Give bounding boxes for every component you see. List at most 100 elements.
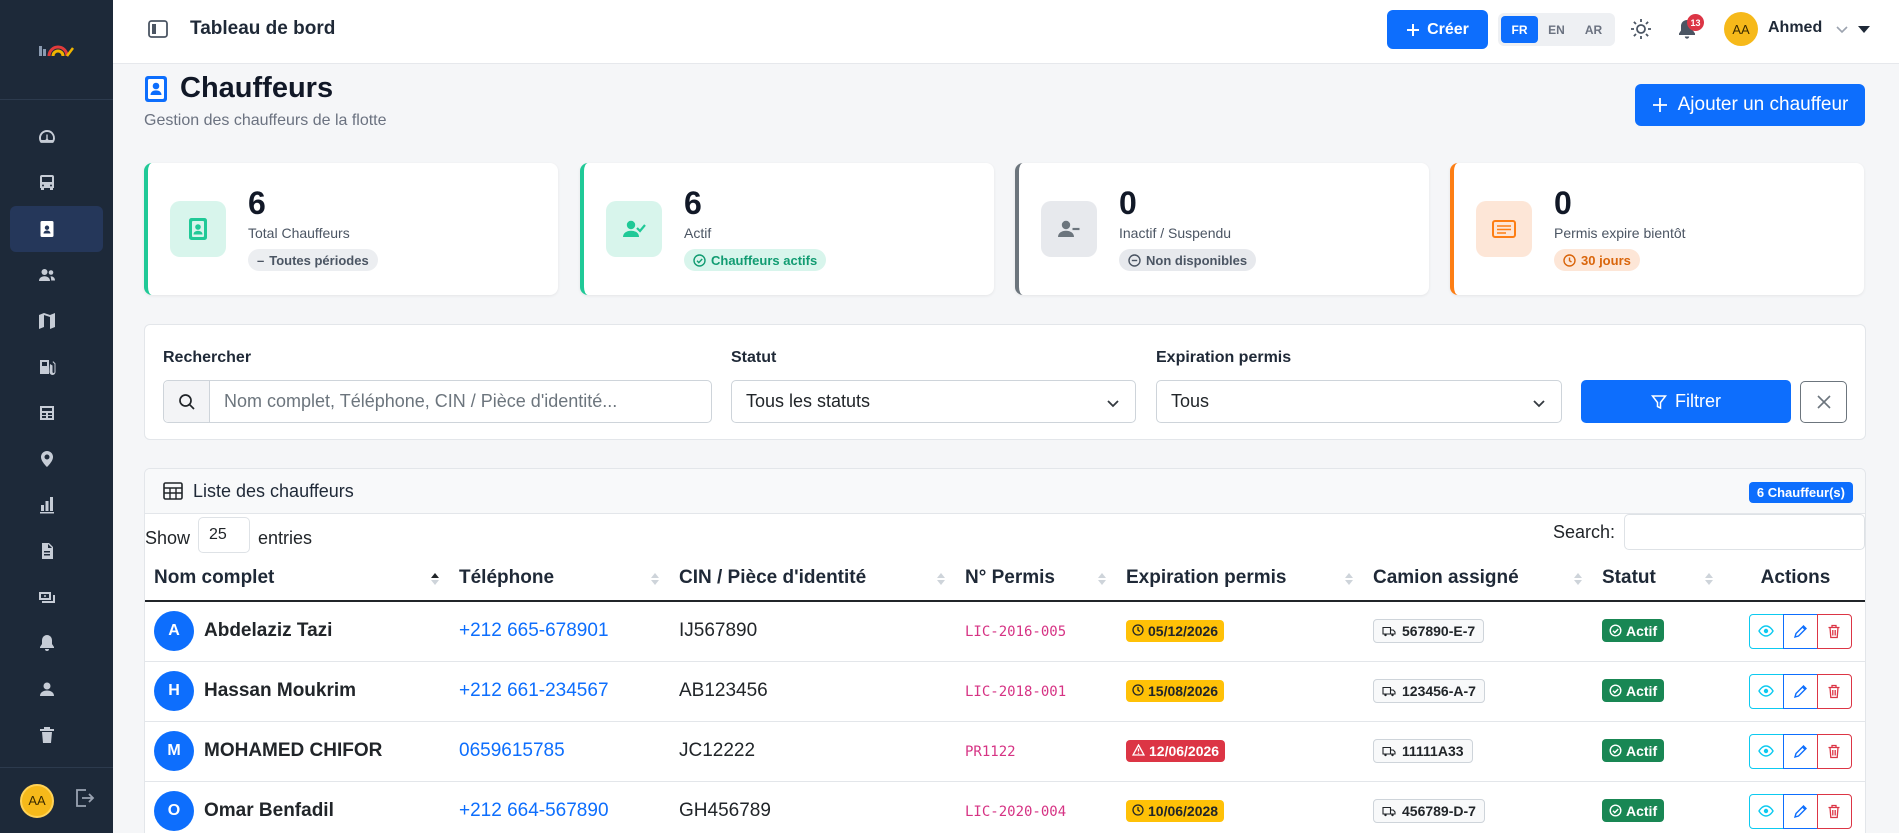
trash-icon	[1828, 624, 1840, 638]
status-badge: Actif	[1602, 799, 1665, 822]
driver-phone-link[interactable]: +212 661-234567	[459, 680, 609, 701]
money-icon	[39, 592, 55, 603]
eye-icon	[1758, 625, 1774, 637]
sidebar-item-trash[interactable]	[10, 712, 103, 758]
reset-filters-button[interactable]	[1800, 381, 1847, 423]
sidebar-item-documents[interactable]	[10, 528, 103, 574]
driver-phone-link[interactable]: 0659615785	[459, 740, 565, 761]
driver-phone-link[interactable]: +212 665-678901	[459, 620, 609, 641]
expiry-select[interactable]: Tous	[1156, 380, 1562, 423]
logout-icon[interactable]	[72, 786, 96, 815]
lang-ar[interactable]: AR	[1575, 16, 1612, 43]
col-header-permis[interactable]: N° Permis	[956, 556, 1117, 602]
table-search-label: Search:	[1552, 521, 1615, 542]
search-field	[163, 380, 712, 423]
cell-truck: 456789-D-7	[1364, 781, 1593, 833]
document-icon	[42, 543, 53, 559]
drivers-list-panel: Liste des chauffeurs 6 Chauffeur(s) Show…	[144, 468, 1866, 833]
col-header-cin[interactable]: CIN / Pièce d'identité	[670, 556, 956, 602]
delete-button[interactable]	[1816, 793, 1852, 829]
entries-select[interactable]: 25	[198, 517, 251, 553]
sidebar-item-fuel[interactable]	[10, 344, 103, 390]
sidebar-item-notifications[interactable]	[10, 620, 103, 666]
cell-permis: LIC-2018-001	[956, 661, 1117, 722]
stat-pill-text: Non disponibles	[1146, 252, 1248, 268]
user-avatar[interactable]: AA	[1724, 12, 1758, 46]
add-driver-button[interactable]: Ajouter un chauffeur	[1635, 84, 1865, 126]
table-search-input[interactable]	[1624, 514, 1865, 550]
filter-button[interactable]: Filtrer	[1581, 380, 1791, 423]
clock-icon	[1132, 803, 1144, 819]
row-actions	[1733, 613, 1865, 649]
show-label: Show	[145, 527, 191, 548]
stat-icon-box	[170, 201, 226, 257]
notification-count-badge: 13	[1687, 14, 1704, 31]
sidebar-item-dashboard[interactable]	[10, 114, 103, 160]
view-button[interactable]	[1748, 673, 1784, 709]
sidebar-toggle-icon[interactable]	[147, 18, 169, 40]
edit-button[interactable]	[1782, 613, 1818, 649]
user-name[interactable]: Ahmed	[1768, 19, 1822, 37]
view-button[interactable]	[1748, 793, 1784, 829]
col-header-expiry[interactable]: Expiration permis	[1117, 556, 1364, 602]
lang-en[interactable]: EN	[1538, 16, 1575, 43]
sort-asc-icon	[431, 573, 439, 585]
create-button[interactable]: Créer	[1387, 10, 1488, 49]
stat-pill: – Toutes périodes	[248, 249, 378, 271]
status-select[interactable]: Tous les statuts	[731, 380, 1136, 423]
stat-label: Inactif / Suspendu	[1119, 225, 1232, 241]
trash-icon	[40, 727, 54, 743]
col-header-label: N° Permis	[965, 567, 1055, 588]
lang-fr[interactable]: FR	[1501, 16, 1538, 43]
trash-icon	[1828, 744, 1840, 758]
view-button[interactable]	[1748, 613, 1784, 649]
col-header-status[interactable]: Statut	[1593, 556, 1724, 602]
search-input[interactable]	[210, 381, 711, 422]
sidebar-item-tracking[interactable]	[10, 436, 103, 482]
sidebar-item-reports[interactable]	[10, 482, 103, 528]
col-header-phone[interactable]: Téléphone	[450, 556, 670, 602]
sort-icon	[1705, 573, 1713, 585]
license-card-icon	[1492, 220, 1516, 238]
truck-icon	[1382, 626, 1396, 636]
receipt-icon	[40, 406, 54, 420]
plus-icon	[1407, 23, 1420, 36]
col-header-truck[interactable]: Camion assigné	[1364, 556, 1593, 602]
driver-phone-link[interactable]: +212 664-567890	[459, 800, 609, 821]
delete-button[interactable]	[1816, 733, 1852, 769]
sidebar-avatar[interactable]: AA	[20, 783, 54, 818]
sidebar-item-profile[interactable]	[10, 666, 103, 712]
sidebar-item-drivers[interactable]	[10, 206, 103, 252]
check-circle-icon	[1609, 684, 1622, 697]
edit-button[interactable]	[1782, 793, 1818, 829]
edit-button[interactable]	[1782, 673, 1818, 709]
sidebar-item-payments[interactable]	[10, 574, 103, 620]
sidebar-item-expenses[interactable]	[10, 390, 103, 436]
driver-avatar: H	[154, 671, 194, 711]
user-minus-icon	[1058, 220, 1080, 237]
truck-plate: 456789-D-7	[1402, 803, 1476, 819]
app-logo[interactable]	[0, 0, 113, 100]
view-button[interactable]	[1748, 733, 1784, 769]
chevron-down-icon[interactable]	[1835, 22, 1849, 36]
cell-expiry: 10/06/2028	[1117, 781, 1364, 833]
sort-icon	[1345, 573, 1353, 585]
stat-icon-box	[606, 201, 662, 257]
stat-card-active: 6 Actif Chauffeurs actifs	[580, 163, 994, 295]
page-subtitle: Gestion des chauffeurs de la flotte	[144, 112, 387, 129]
col-header-label: Téléphone	[459, 567, 555, 588]
col-header-name[interactable]: Nom complet	[145, 556, 450, 602]
stat-pill: 30 jours	[1554, 249, 1640, 271]
delete-button[interactable]	[1816, 613, 1852, 649]
user-menu-caret-icon[interactable]	[1858, 26, 1870, 33]
cell-phone: +212 665-678901	[450, 601, 670, 662]
edit-button[interactable]	[1782, 733, 1818, 769]
sidebar-item-vehicles[interactable]	[10, 160, 103, 206]
cell-name: A Abdelaziz Tazi	[145, 601, 450, 662]
stat-card-total: 6 Total Chauffeurs – Toutes périodes	[144, 163, 558, 295]
sidebar-item-trips[interactable]	[10, 298, 103, 344]
theme-sun-icon[interactable]	[1630, 18, 1652, 40]
delete-button[interactable]	[1816, 673, 1852, 709]
sidebar-item-users[interactable]	[10, 252, 103, 298]
sort-icon	[1098, 573, 1106, 585]
